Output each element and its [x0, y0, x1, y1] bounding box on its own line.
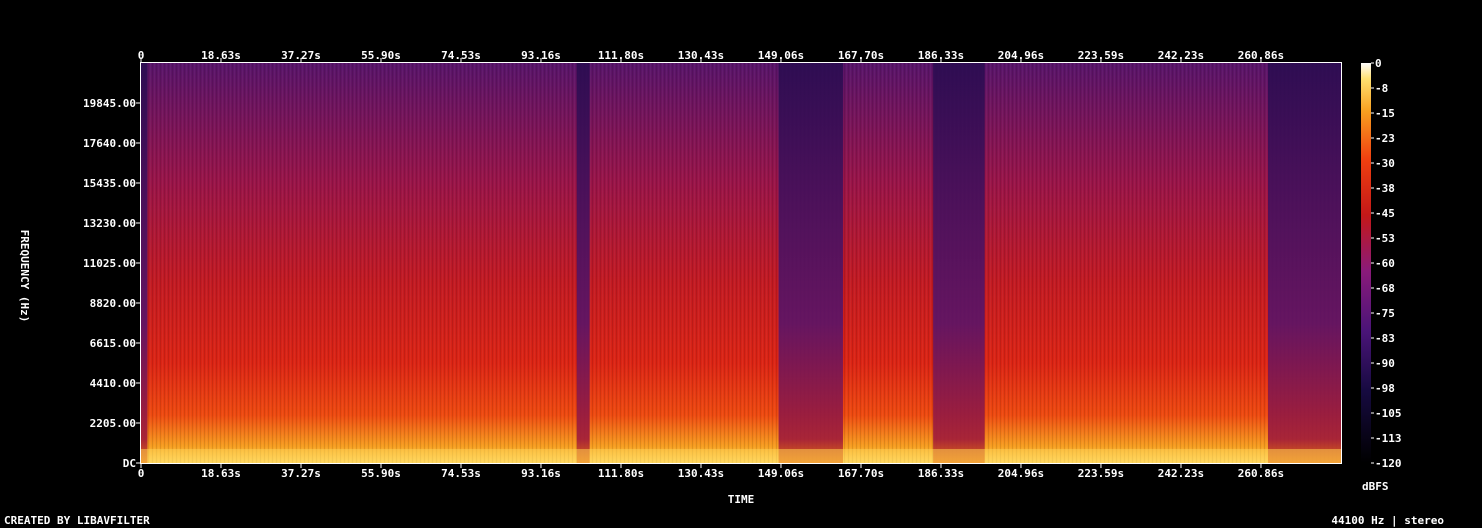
spectrogram-chart: 0 0 18.63s 18.63s 37.27s 37.27s 55.90s 55.90s 74… — [18, 49, 1402, 506]
low-frequency-band — [141, 449, 1341, 463]
y-tick-label-4: 8820.00 — [90, 297, 136, 310]
y-axis-label: FREQUENCY (Hz) — [18, 230, 31, 323]
x-tick-label-bottom-6: 111.80s — [598, 467, 644, 480]
x-tick-label-top-3: 55.90s — [361, 49, 401, 62]
x-tick-label-top-6: 111.80s — [598, 49, 644, 62]
x-tick-label-top-7: 130.43s — [678, 49, 724, 62]
y-tick-label-7: 15435.00 — [83, 177, 136, 190]
x-tick-label-top-14: 260.86s — [1238, 49, 1284, 62]
y-tick-label-5: 11025.00 — [83, 257, 136, 270]
colorbar-tick-label-7: -53 — [1375, 232, 1395, 245]
y-tick-label-3: 6615.00 — [90, 337, 136, 350]
footer-credit: CREATED BY LIBAVFILTER — [4, 514, 150, 527]
colorbar-tick-label-8: -60 — [1375, 257, 1395, 270]
x-tick-label-top-9: 167.70s — [838, 49, 884, 62]
x-tick-label-top-11: 204.96s — [998, 49, 1044, 62]
x-tick-label-bottom-9: 167.70s — [838, 467, 884, 480]
colorbar-tick-label-6: -45 — [1375, 207, 1395, 220]
x-tick-label-top-10: 186.33s — [918, 49, 964, 62]
x-tick-label-bottom-7: 130.43s — [678, 467, 724, 480]
x-tick-label-bottom-4: 74.53s — [441, 467, 481, 480]
colorbar-tick-label-14: -105 — [1375, 407, 1402, 420]
y-tick-label-0: DC — [123, 457, 136, 470]
colorbar-label: dBFS — [1362, 480, 1389, 493]
y-tick-label-9: 19845.00 — [83, 97, 136, 110]
colorbar-tick-label-1: -8 — [1375, 82, 1388, 95]
colorbar-tick-label-11: -83 — [1375, 332, 1395, 345]
quiet-segment-4 — [1268, 63, 1341, 463]
x-tick-label-bottom-13: 242.23s — [1158, 467, 1204, 480]
x-tick-label-top-1: 18.63s — [201, 49, 241, 62]
colorbar-tick-label-3: -23 — [1375, 132, 1395, 145]
x-tick-label-bottom-14: 260.86s — [1238, 467, 1284, 480]
quiet-segment-1 — [576, 63, 590, 463]
footer-format: 44100 Hz | stereo — [1331, 514, 1444, 527]
x-tick-label-bottom-2: 37.27s — [281, 467, 321, 480]
colorbar-tick-label-16: -120 — [1375, 457, 1402, 470]
y-tick-label-2: 4410.00 — [90, 377, 136, 390]
x-tick-label-top-2: 37.27s — [281, 49, 321, 62]
x-tick-label-top-4: 74.53s — [441, 49, 481, 62]
quiet-segment-0 — [141, 63, 148, 463]
x-tick-label-top-0: 0 — [138, 49, 145, 62]
x-tick-label-bottom-3: 55.90s — [361, 467, 401, 480]
colorbar-tick-label-9: -68 — [1375, 282, 1395, 295]
colorbar — [1361, 63, 1371, 463]
x-tick-label-top-8: 149.06s — [758, 49, 804, 62]
quiet-segment-2 — [778, 63, 843, 463]
colorbar-tick-label-13: -98 — [1375, 382, 1395, 395]
x-tick-label-bottom-11: 204.96s — [998, 467, 1044, 480]
x-tick-label-bottom-1: 18.63s — [201, 467, 241, 480]
colorbar-tick-label-2: -15 — [1375, 107, 1395, 120]
quiet-segment-3 — [933, 63, 985, 463]
x-tick-label-bottom-0: 0 — [138, 467, 145, 480]
colorbar-tick-label-10: -75 — [1375, 307, 1395, 320]
x-tick-label-bottom-10: 186.33s — [918, 467, 964, 480]
colorbar-tick-label-12: -90 — [1375, 357, 1395, 370]
spectrogram-texture — [141, 63, 1341, 463]
colorbar-tick-label-0: 0 — [1375, 57, 1382, 70]
x-tick-label-top-12: 223.59s — [1078, 49, 1124, 62]
x-tick-label-top-13: 242.23s — [1158, 49, 1204, 62]
x-tick-label-top-5: 93.16s — [521, 49, 561, 62]
y-tick-label-8: 17640.00 — [83, 137, 136, 150]
x-tick-label-bottom-8: 149.06s — [758, 467, 804, 480]
colorbar-tick-label-5: -38 — [1375, 182, 1395, 195]
y-tick-label-1: 2205.00 — [90, 417, 136, 430]
colorbar-tick-label-15: -113 — [1375, 432, 1402, 445]
x-tick-label-bottom-12: 223.59s — [1078, 467, 1124, 480]
x-tick-label-bottom-5: 93.16s — [521, 467, 561, 480]
x-axis-label: TIME — [728, 493, 755, 506]
colorbar-tick-label-4: -30 — [1375, 157, 1395, 170]
y-tick-label-6: 13230.00 — [83, 217, 136, 230]
